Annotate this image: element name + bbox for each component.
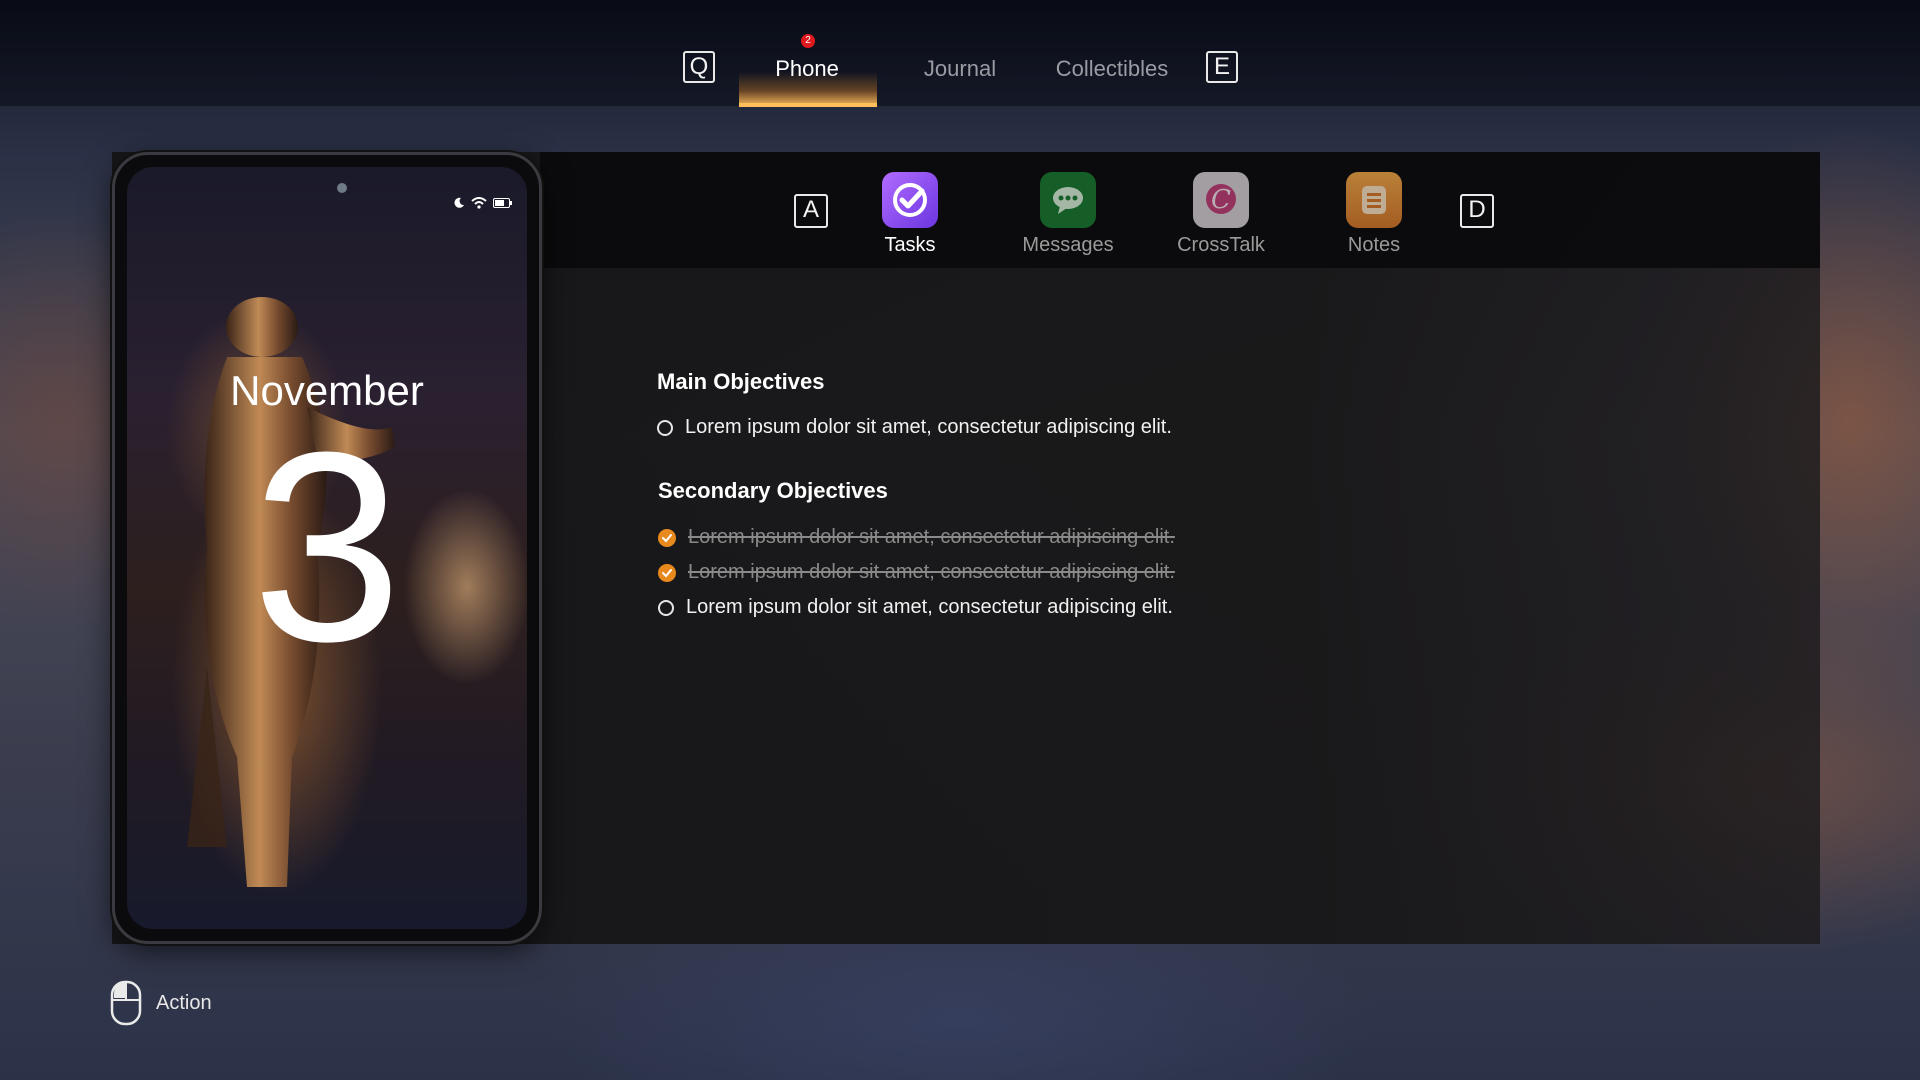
objective-text: Lorem ipsum dolor sit amet, consectetur … [688, 561, 1175, 583]
tab-collectibles[interactable]: Collectibles [1056, 56, 1169, 82]
app-label: CrossTalk [1177, 234, 1265, 256]
app-tasks[interactable]: Tasks [845, 172, 975, 257]
objective-text: Lorem ipsum dolor sit amet, consectetur … [688, 526, 1175, 548]
tab-journal[interactable]: Journal [924, 56, 996, 82]
wifi-icon [471, 197, 487, 209]
app-notes[interactable]: Notes [1309, 172, 1439, 257]
app-messages[interactable]: Messages [1003, 172, 1133, 257]
key-label: Q [689, 53, 709, 80]
status-bar [453, 197, 513, 209]
notes-icon [1346, 172, 1402, 228]
moon-icon [454, 197, 464, 208]
top-tab-bar [0, 0, 1920, 107]
app-crosstalk[interactable]: C CrossTalk [1156, 172, 1286, 257]
active-tab-underline [739, 103, 877, 107]
phone-lock-screen: November 3 [127, 167, 527, 929]
phone-device: November 3 [112, 152, 542, 944]
svg-text:C: C [1211, 185, 1231, 215]
app-label: Messages [1022, 234, 1114, 256]
front-camera [337, 183, 347, 193]
app-label: Notes [1347, 234, 1401, 256]
next-app-key-d[interactable]: D [1460, 194, 1494, 228]
key-label: A [802, 196, 819, 223]
key-label: E [1213, 53, 1230, 80]
chat-bubble-icon [1040, 172, 1096, 228]
lock-screen-day: 3 [251, 397, 403, 698]
notification-badge: 2 [801, 34, 815, 48]
objective-item[interactable]: Lorem ipsum dolor sit amet, consectetur … [658, 561, 1175, 584]
secondary-objectives-heading: Secondary Objectives [658, 478, 888, 503]
next-tab-key-e[interactable]: E [1206, 51, 1238, 83]
checkmark-icon [658, 563, 676, 582]
app-label: Tasks [884, 234, 936, 256]
objective-item[interactable]: Lorem ipsum dolor sit amet, consectetur … [658, 596, 1173, 619]
checkmark-icon [658, 528, 676, 547]
action-label: Action [156, 991, 212, 1014]
key-label: D [1468, 196, 1486, 223]
battery-icon [493, 198, 512, 208]
action-prompt: Action [110, 980, 212, 1026]
objective-text: Lorem ipsum dolor sit amet, consectetur … [686, 596, 1173, 618]
crosstalk-logo-icon: C [1193, 172, 1249, 228]
prev-tab-key-q[interactable]: Q [683, 51, 715, 83]
game-ui-screen: Q 2 Phone Journal Collectibles E A Tasks… [0, 0, 1920, 1080]
tab-phone[interactable]: Phone [775, 56, 839, 82]
objective-text: Lorem ipsum dolor sit amet, consectetur … [685, 416, 1172, 438]
tasks-check-icon [882, 172, 938, 228]
main-objectives-heading: Main Objectives [657, 369, 825, 394]
objective-item[interactable]: Lorem ipsum dolor sit amet, consectetur … [658, 526, 1175, 549]
unchecked-circle-icon [658, 599, 674, 616]
prev-app-key-a[interactable]: A [794, 194, 828, 228]
mouse-left-click-icon [110, 980, 142, 1026]
unchecked-circle-icon [657, 419, 673, 436]
objective-item[interactable]: Lorem ipsum dolor sit amet, consectetur … [657, 416, 1172, 439]
